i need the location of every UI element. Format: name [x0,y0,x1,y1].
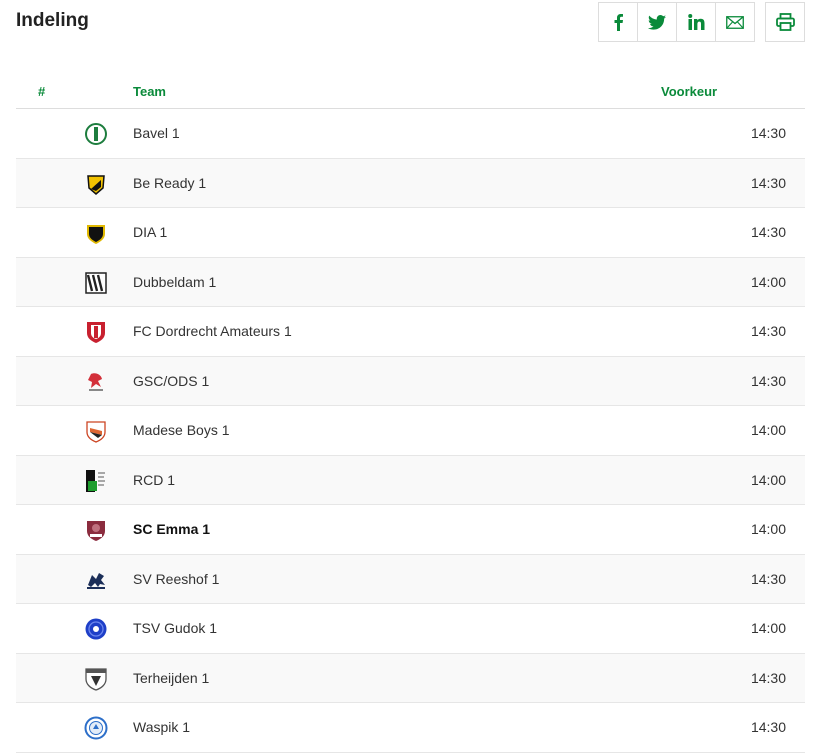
column-header-number: # [38,84,46,99]
facebook-icon [614,14,623,31]
table-row: Terheijden 1 14:30 [16,653,805,703]
preference-time: 14:00 [750,422,786,438]
team-name-link[interactable]: Bavel 1 [133,125,180,141]
preference-time: 14:30 [750,719,786,735]
dia-logo [84,221,108,245]
team-name-link[interactable]: RCD 1 [133,472,175,488]
preference-time: 14:30 [750,372,786,389]
preference-time: 14:00 [750,620,786,636]
sv-reeshof-logo [84,568,108,592]
team-name-link[interactable]: SV Reeshof 1 [133,571,219,587]
table-row: Bavel 1 14:30 [16,109,805,159]
print-button[interactable] [765,2,805,42]
table-row: SV Reeshof 1 14:30 [16,554,805,604]
table-row: Waspik 1 14:30 [16,703,805,753]
table-row: GSC/ODS 1 14:30 [16,356,805,406]
preference-time: 14:00 [750,273,786,290]
rcd-logo [84,469,108,493]
tsv-gudok-logo [84,617,108,641]
table-row: Madese Boys 1 14:00 [16,406,805,456]
team-name-link[interactable]: TSV Gudok 1 [133,620,217,636]
team-table: Bavel 1 14:30 Be Ready 1 14:30 DIA 1 14:30 Dub… [16,109,805,753]
preference-time: 14:30 [750,669,786,686]
table-row: Dubbeldam 1 14:00 [16,257,805,307]
team-name-link[interactable]: Be Ready 1 [133,175,206,191]
sc-emma-logo [84,518,108,542]
waspik-logo [84,716,108,740]
preference-time: 14:30 [750,323,786,339]
team-name-link[interactable]: GSC/ODS 1 [133,373,209,389]
share-bar [598,2,755,42]
preference-time: 14:00 [750,521,786,537]
preference-time: 14:30 [750,224,786,240]
table-row: RCD 1 14:00 [16,455,805,505]
preference-time: 14:00 [750,471,786,488]
table-row: Be Ready 1 14:30 [16,158,805,208]
fc-dordrecht-logo [84,320,108,344]
facebook-share-button[interactable] [599,3,638,41]
preference-time: 14:30 [750,125,786,141]
gsc-ods-logo [84,370,108,394]
dubbeldam-logo [84,271,108,295]
twitter-share-button[interactable] [638,3,677,41]
team-name-link[interactable]: Terheijden 1 [133,670,209,686]
twitter-icon [648,14,666,30]
linkedin-share-button[interactable] [677,3,716,41]
table-header: # Team Voorkeur [16,72,805,109]
team-name-link[interactable]: Madese Boys 1 [133,422,230,438]
table-row: TSV Gudok 1 14:00 [16,604,805,654]
team-name-link[interactable]: DIA 1 [133,224,167,240]
page-title: Indeling [16,10,89,31]
table-row: DIA 1 14:30 [16,208,805,258]
email-icon [726,15,744,29]
team-name-link[interactable]: SC Emma 1 [133,521,210,537]
be-ready-logo [84,172,108,196]
preference-time: 14:30 [750,174,786,191]
team-name-link[interactable]: Waspik 1 [133,719,190,735]
team-name-link[interactable]: FC Dordrecht Amateurs 1 [133,323,292,339]
table-row: SC Emma 1 14:00 [16,505,805,555]
column-header-team[interactable]: Team [133,84,166,99]
madese-boys-logo [84,419,108,443]
terheijden-logo [84,667,108,691]
preference-time: 14:30 [750,570,786,587]
table-row: FC Dordrecht Amateurs 1 14:30 [16,307,805,357]
column-header-preference[interactable]: Voorkeur [661,84,717,99]
email-share-button[interactable] [716,3,754,41]
bavel-logo [84,122,108,146]
print-icon [775,13,795,31]
team-name-link[interactable]: Dubbeldam 1 [133,274,216,290]
linkedin-icon [687,14,704,30]
